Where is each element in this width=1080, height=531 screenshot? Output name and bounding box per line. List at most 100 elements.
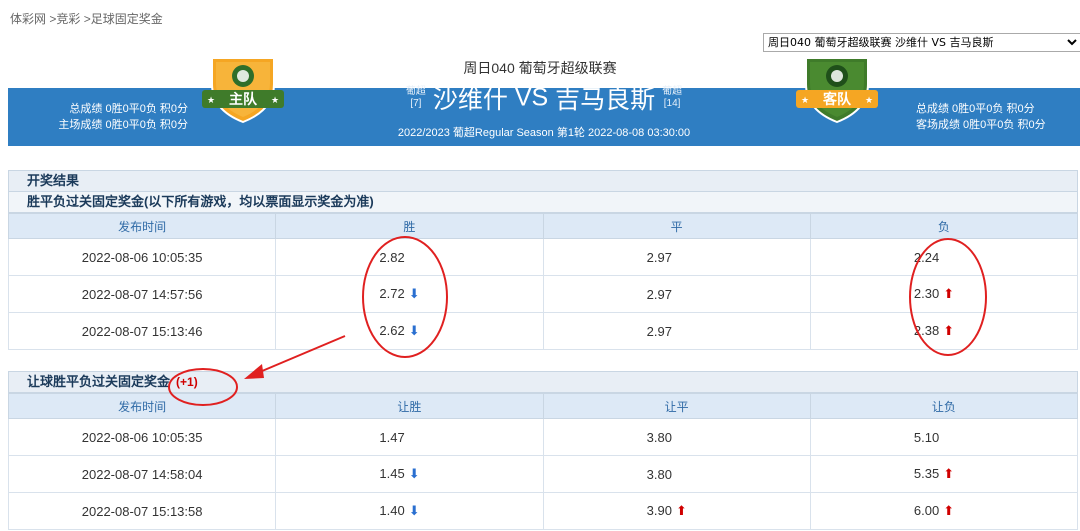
win-odds-cell: 2.72 ⬇ (275, 275, 544, 313)
table-row: 2022-08-07 15:13:46 2.62 ⬇ 2.97 2.38 ⬆ (7, 312, 1079, 350)
table-row: 2022-08-07 14:57:56 2.72 ⬇ 2.97 2.30 ⬆ (7, 275, 1079, 313)
odds-number: 2.24 (913, 249, 940, 265)
handicap-value: (+1) (176, 375, 198, 389)
draw-odds-value: 2.97 (647, 324, 707, 339)
home-badge-label: 主队 (229, 91, 258, 108)
odds-number: 3.90 (646, 503, 672, 518)
lose-odds-value: 2.24 (914, 250, 974, 265)
win-odds-value: 2.72 ⬇ (379, 286, 439, 302)
away-league-tag: 葡超 [14] (662, 86, 682, 110)
handicap-draw-odds-value: 3.80 (647, 467, 707, 482)
handicap-draw-odds-value: 3.80 (647, 430, 707, 445)
result-section-1: 开奖结果 胜平负过关固定奖金(以下所有游戏，均以票面显示奖金为准) 发布时间 胜… (7, 170, 1079, 350)
draw-odds-cell: 2.97 (542, 312, 811, 350)
arrow-up-icon: ⬆ (675, 503, 687, 518)
handicap-win-odds-cell: 1.47 (275, 418, 544, 456)
results-title: 开奖结果 (8, 170, 1078, 192)
away-rank: [14] (663, 98, 681, 109)
col-time: 发布时间 (7, 393, 277, 419)
had-section-title: 胜平负过关固定奖金(以下所有游戏，均以票面显示奖金为准) (8, 192, 1078, 213)
arrow-down-icon: ⬇ (408, 286, 420, 301)
win-odds-cell: 2.82 (275, 238, 544, 276)
table-row: 2022-08-06 10:05:35 1.47 3.80 5.10 (7, 418, 1079, 456)
col-handicap-draw: 让平 (542, 393, 811, 419)
publish-time-cell: 2022-08-07 15:13:58 (7, 492, 277, 530)
col-handicap-lose: 让负 (809, 393, 1079, 419)
odds-number: 5.35 (913, 466, 940, 481)
col-handicap-win: 让胜 (275, 393, 544, 419)
arrow-down-icon: ⬇ (408, 323, 420, 338)
breadcrumb-football[interactable]: >足球固定奖金 (84, 12, 163, 26)
odds-number: 2.62 (379, 323, 405, 338)
table-row: 2022-08-07 15:13:58 1.40 ⬇ 3.90 ⬆ 6.00 ⬆ (7, 492, 1079, 530)
away-venue-stats: 客场成绩 0胜0平0负 积0分 (916, 119, 1046, 131)
handicap-win-odds-value: 1.47 (379, 430, 439, 445)
away-badge-label: 客队 (822, 91, 852, 108)
away-league: 葡超 (662, 86, 683, 97)
home-league: 葡超 (405, 86, 426, 97)
svg-text:★: ★ (271, 96, 279, 106)
away-badge-icon: 客队 ★ ★ (796, 57, 878, 124)
breadcrumb-jingcai[interactable]: >竞彩 (49, 12, 80, 26)
odds-number: 2.72 (379, 286, 405, 301)
publish-time-cell: 2022-08-06 10:05:35 (7, 418, 277, 456)
home-league-tag: 葡超 [7] (406, 86, 426, 110)
table-row: 2022-08-06 10:05:35 2.82 2.97 2.24 (7, 238, 1079, 276)
draw-odds-value: 2.97 (647, 250, 707, 265)
match-header-band: 总成绩 0胜0平0负 积0分 主场成绩 0胜0平0负 积0分 葡超 [7] 沙维什… (8, 84, 1080, 146)
result-section-2: 让球胜平负过关固定奖金 (+1) 发布时间 让胜 让平 让负 2022-08-06… (7, 371, 1079, 530)
handicap-draw-odds-cell: 3.80 (542, 418, 811, 456)
handicap-lose-odds-value: 5.10 (914, 430, 974, 445)
away-stats: 总成绩 0胜0平0负 积0分 客场成绩 0胜0平0负 积0分 (916, 101, 1046, 133)
handicap-draw-odds-value: 3.90 ⬆ (647, 503, 707, 519)
publish-time-cell: 2022-08-07 15:13:46 (7, 312, 277, 350)
away-team-name: 吉马良斯 (555, 86, 656, 114)
odds-number: 2.82 (379, 249, 405, 265)
breadcrumb: 体彩网 >竞彩 >足球固定奖金 (10, 10, 163, 27)
odds-number: 2.30 (913, 286, 940, 301)
arrow-down-icon: ⬇ (408, 466, 420, 481)
odds-number: 6.00 (913, 503, 940, 518)
home-team-name: 沙维什 (432, 86, 508, 114)
breadcrumb-home[interactable]: 体彩网 (10, 12, 46, 26)
arrow-up-icon: ⬆ (943, 323, 955, 338)
handicap-win-odds-value: 1.40 ⬇ (379, 503, 439, 519)
arrow-down-icon: ⬇ (408, 503, 420, 518)
svg-text:★: ★ (865, 96, 873, 106)
odds-number: 3.80 (646, 429, 672, 445)
handicap-win-odds-value: 1.45 ⬇ (379, 466, 439, 482)
handicap-draw-odds-cell: 3.80 (542, 455, 811, 493)
handicap-win-odds-cell: 1.45 ⬇ (275, 455, 544, 493)
table-header-row: 发布时间 让胜 让平 让负 (7, 393, 1079, 419)
draw-odds-cell: 2.97 (542, 238, 811, 276)
win-odds-value: 2.82 (379, 250, 439, 265)
vs-label: VS (514, 83, 549, 112)
hhad-section-title: 让球胜平负过关固定奖金 (+1) (8, 371, 1078, 393)
col-lose: 负 (809, 213, 1079, 239)
win-odds-value: 2.62 ⬇ (379, 323, 439, 339)
odds-number: 3.80 (646, 466, 672, 482)
odds-number: 2.97 (646, 323, 672, 339)
handicap-lose-odds-value: 5.35 ⬆ (914, 466, 974, 482)
hhad-title-text: 让球胜平负过关固定奖金 (27, 374, 171, 389)
col-win: 胜 (275, 213, 544, 239)
draw-odds-cell: 2.97 (542, 275, 811, 313)
handicap-lose-odds-cell: 5.35 ⬆ (809, 455, 1079, 493)
odds-number: 1.40 (379, 503, 405, 518)
arrow-up-icon: ⬆ (943, 503, 955, 518)
handicap-lose-odds-cell: 5.10 (809, 418, 1079, 456)
lose-odds-value: 2.38 ⬆ (914, 323, 974, 339)
table-header-row: 发布时间 胜 平 负 (7, 213, 1079, 239)
hhad-odds-table: 发布时间 让胜 让平 让负 2022-08-06 10:05:35 1.47 3.8… (7, 393, 1079, 530)
arrow-up-icon: ⬆ (943, 466, 955, 481)
handicap-lose-odds-value: 6.00 ⬆ (914, 503, 974, 519)
svg-text:★: ★ (801, 96, 809, 106)
had-odds-table: 发布时间 胜 平 负 2022-08-06 10:05:35 2.82 2.97 2.… (7, 213, 1079, 350)
odds-number: 2.97 (646, 249, 672, 265)
odds-number: 5.10 (913, 429, 940, 445)
away-total-stats: 总成绩 0胜0平0负 积0分 (916, 103, 1035, 115)
draw-odds-value: 2.97 (647, 287, 707, 302)
publish-time-cell: 2022-08-07 14:58:04 (7, 455, 277, 493)
win-odds-cell: 2.62 ⬇ (275, 312, 544, 350)
home-badge-icon: 主队 ★ ★ (202, 57, 284, 124)
